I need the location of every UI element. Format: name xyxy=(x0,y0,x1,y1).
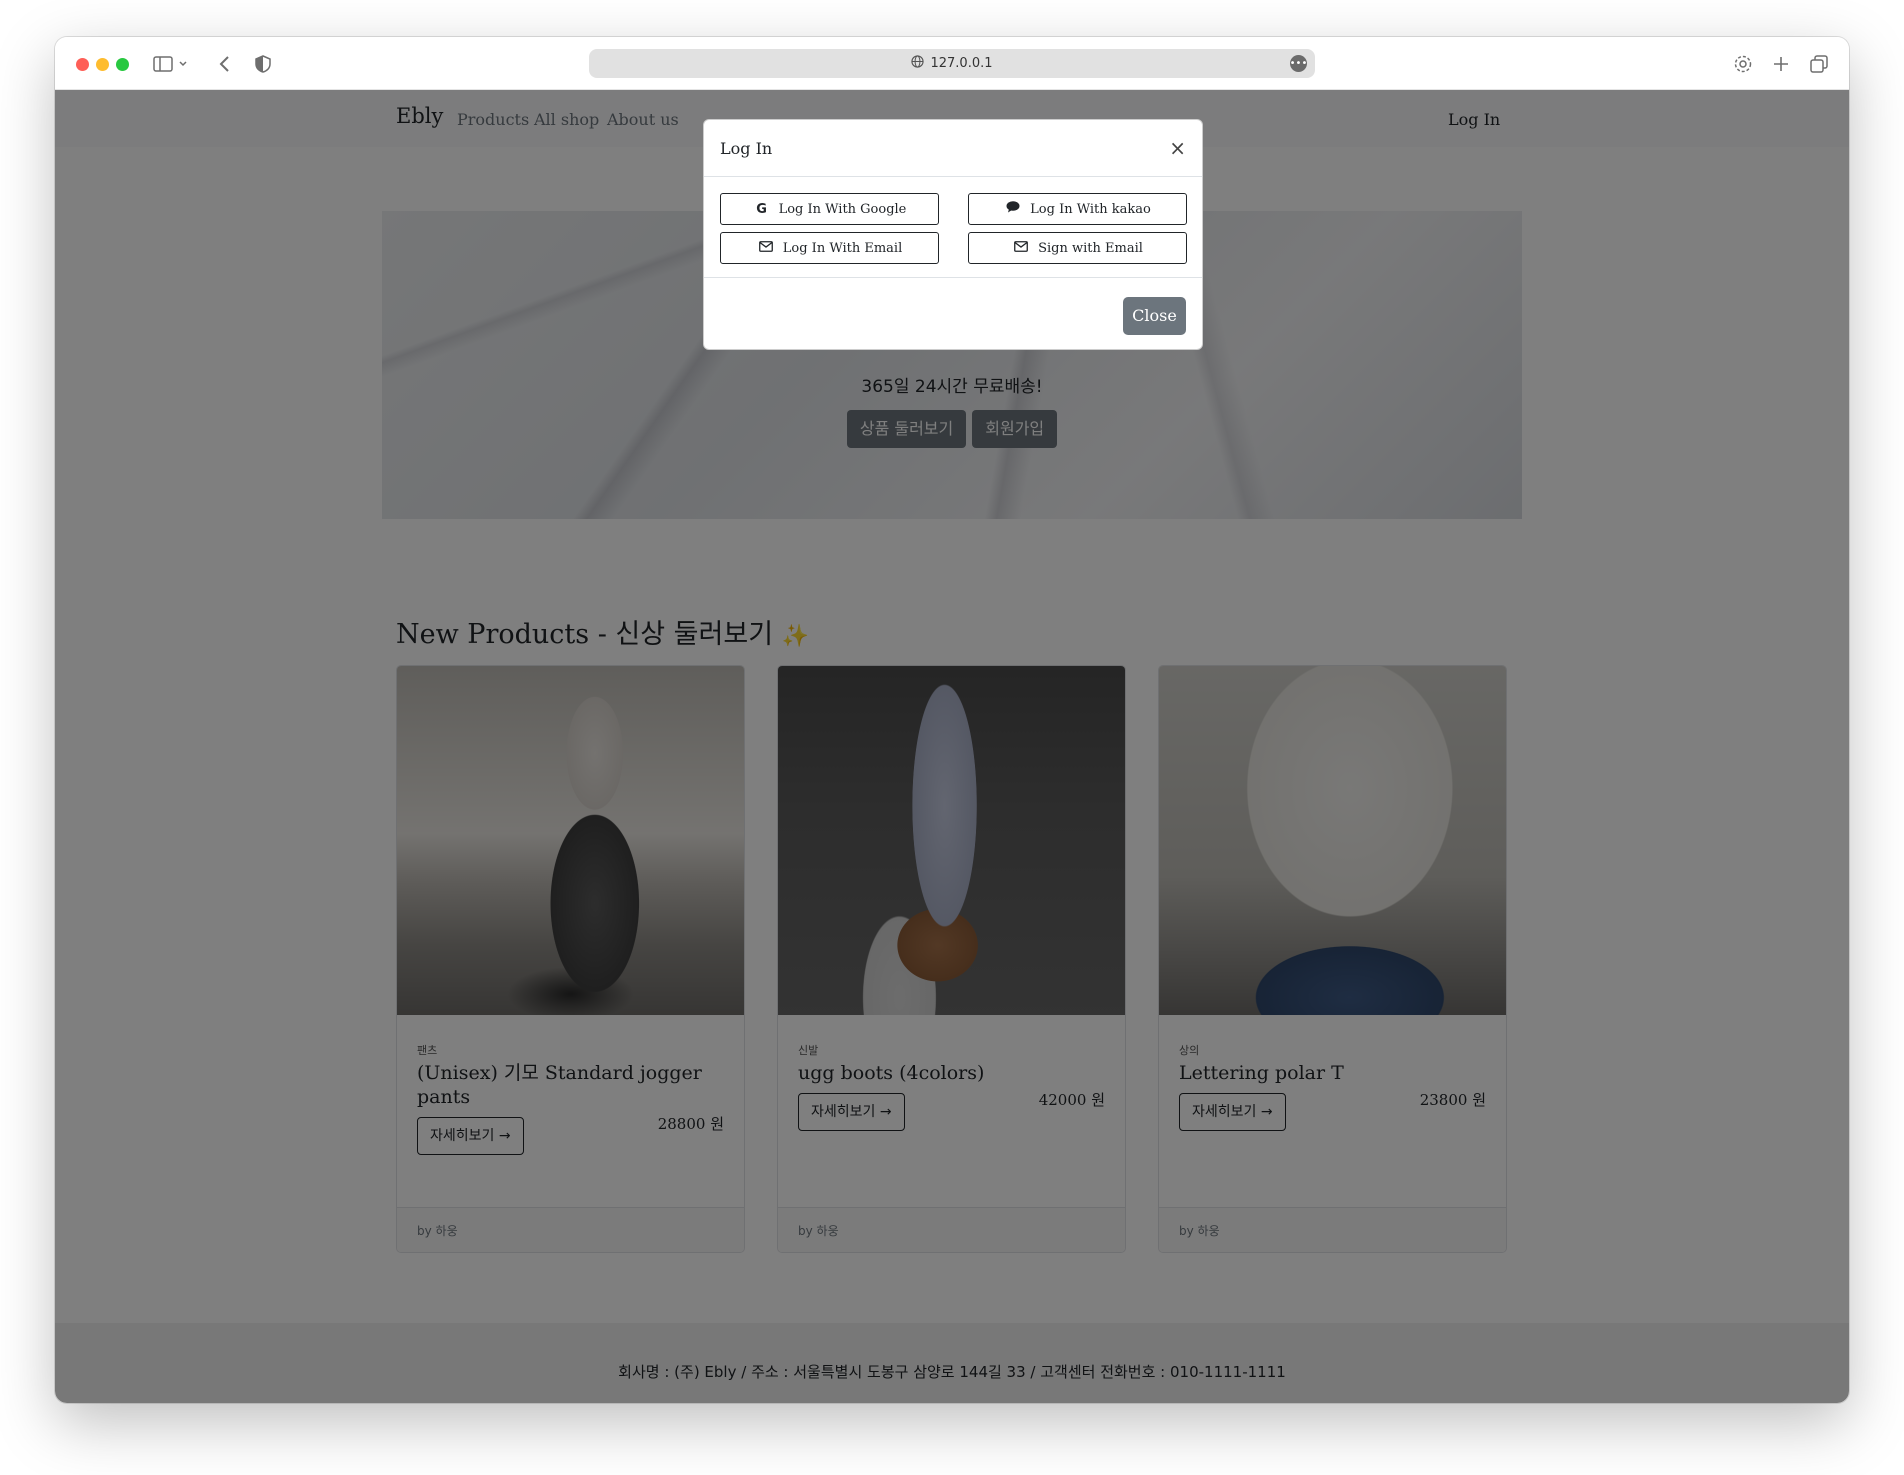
button-label: Log In With kakao xyxy=(1030,201,1151,217)
button-label: Sign with Email xyxy=(1038,240,1143,256)
page-viewport: Ebly Products All shop About us Log In 3… xyxy=(55,90,1849,1403)
gear-icon[interactable] xyxy=(1730,51,1756,77)
zoom-window-button[interactable] xyxy=(116,58,129,71)
chat-bubble-icon xyxy=(1004,201,1022,217)
new-tab-plus-icon[interactable] xyxy=(1768,51,1794,77)
button-label: Log In With Google xyxy=(778,201,907,217)
browser-window: 127.0.0.1 ••• Ebly Products All shop Abo… xyxy=(55,37,1849,1403)
address-bar[interactable]: 127.0.0.1 ••• xyxy=(589,49,1315,78)
login-google-button[interactable]: G Log In With Google xyxy=(720,193,939,225)
login-modal: Log In × G Log In With Google Log In Wit… xyxy=(703,119,1203,350)
button-label: Log In With Email xyxy=(782,240,903,256)
signup-email-button[interactable]: Sign with Email xyxy=(968,232,1187,264)
globe-icon xyxy=(911,55,925,72)
sidebar-icon[interactable] xyxy=(150,51,176,77)
shield-icon[interactable] xyxy=(250,51,276,77)
more-icon[interactable]: ••• xyxy=(1290,55,1307,72)
chevron-down-icon[interactable] xyxy=(176,51,190,77)
login-email-button[interactable]: Log In With Email xyxy=(720,232,939,264)
close-icon[interactable]: × xyxy=(1169,136,1186,160)
url-text: 127.0.0.1 xyxy=(930,56,993,71)
modal-body: G Log In With Google Log In With kakao L… xyxy=(704,177,1202,278)
close-window-button[interactable] xyxy=(76,58,89,71)
minimize-window-button[interactable] xyxy=(96,58,109,71)
google-icon: G xyxy=(756,201,767,217)
envelope-icon xyxy=(1012,240,1030,256)
modal-header: Log In × xyxy=(704,120,1202,177)
browser-toolbar: 127.0.0.1 ••• xyxy=(55,37,1849,90)
modal-close-button[interactable]: Close xyxy=(1123,297,1186,335)
tabs-overview-icon[interactable] xyxy=(1806,51,1832,77)
login-kakao-button[interactable]: Log In With kakao xyxy=(968,193,1187,225)
envelope-icon xyxy=(757,240,775,256)
modal-title: Log In xyxy=(720,139,773,158)
back-arrow-icon[interactable] xyxy=(212,51,238,77)
